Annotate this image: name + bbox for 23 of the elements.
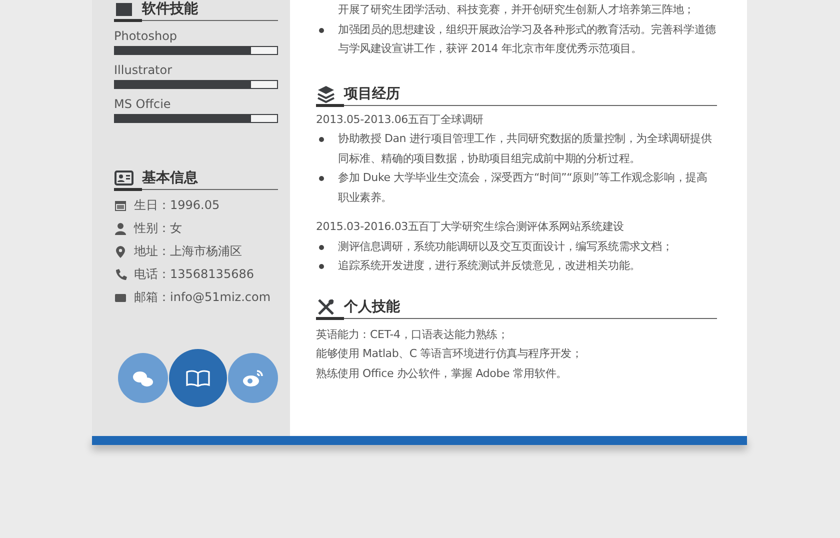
bullet-text: 追踪系统开发进度，进行系统测试并反馈意见，改进相关功能。 <box>338 258 642 274</box>
project-title: 2013.05-2013.06五百丁全球调研 <box>316 112 485 128</box>
bullet-text: 测评信息调研，系统功能调研以及交互页面设计，编写系统需求文档； <box>338 238 674 254</box>
bullet-text: 开展了研究生团学活动、科技竞赛，并开创研究生创新人才培养第三阵地； <box>338 2 696 18</box>
info-text: 地址：上海市杨浦区 <box>134 242 242 260</box>
skill-label: MS Offcie <box>114 97 172 112</box>
skill-text: 能够使用 Matlab、C 等语言环境进行仿真与程序开发； <box>316 346 584 362</box>
skill-label: Illustrator <box>114 63 174 78</box>
project-title: 2015.03-2016.03五百丁大学研究生综合测评体系网站系统建设 <box>316 219 625 235</box>
info-text: 性别：女 <box>134 220 182 236</box>
section-heading: 基本信息 <box>142 169 198 187</box>
section-heading: 项目经历 <box>344 84 400 102</box>
skill-text: 英语能力：CET-4，口语表达能力熟练； <box>316 326 510 342</box>
info-text: 电话：13568135686 <box>134 266 254 282</box>
section-heading: 个人技能 <box>344 298 400 316</box>
bullet-text: 协助教授 Dan 进行项目管理工作，共同研究数据的质量控制，为全球调研提供同标准、精确的项目数据，协助项目组完成前中期的分析过程。 <box>338 131 713 166</box>
skill-label: Photoshop <box>114 29 178 44</box>
skill-text: 熟练使用 Office 办公软件，掌握 Adobe 常用软件。 <box>316 366 568 382</box>
bullet-text: 加强团员的思想建设，组织开展政治学习及各种形式的教育活动。完善科学道德与学风建设宣讲工作，获评 2014 年北京市年度优秀示范项目。 <box>338 22 717 57</box>
info-text: 邮箱：info@51miz.com <box>134 288 271 306</box>
section-heading: 软件技能 <box>142 0 198 18</box>
info-text: 生日：1996.05 <box>134 196 220 214</box>
bullet-text: 参加 Duke 大学毕业生交流会，深受西方“时间”“原则”等工作观念影响，提高职业素养。 <box>338 170 708 206</box>
